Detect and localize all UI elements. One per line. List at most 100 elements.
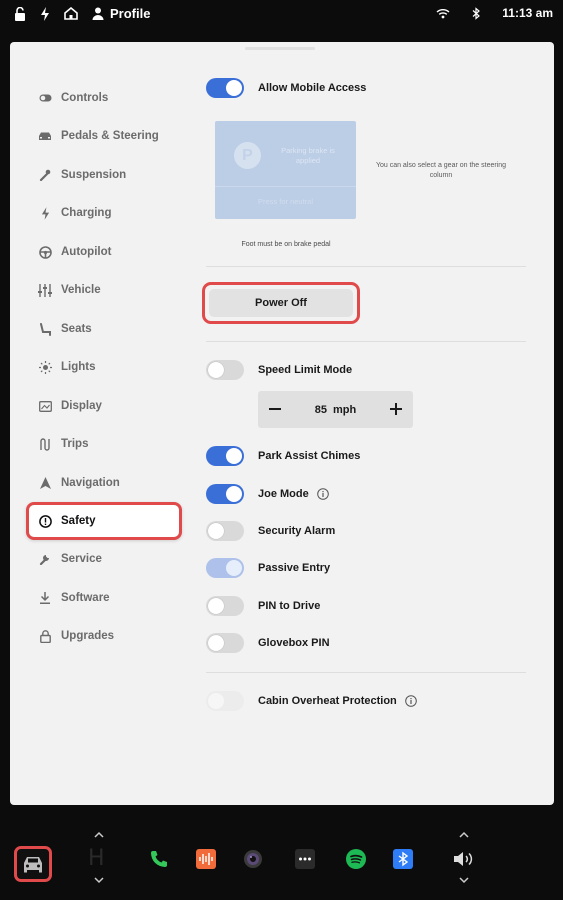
- unlock-icon[interactable]: [14, 6, 26, 21]
- chevron-down-icon[interactable]: [458, 876, 470, 884]
- sidebar-item-label: Upgrades: [61, 630, 115, 642]
- pin-to-drive-label: PIN to Drive: [258, 600, 321, 612]
- home-icon[interactable]: [64, 7, 78, 20]
- passive-entry-toggle[interactable]: [206, 558, 244, 578]
- sidebar-item-upgrades[interactable]: Upgrades: [38, 626, 114, 646]
- pin-to-drive-toggle[interactable]: [206, 596, 244, 616]
- cabin-overheat-protection-label: Cabin Overheat Protection: [258, 695, 397, 707]
- park-indicator: P: [234, 142, 261, 169]
- cabin-overheat-row: Cabin Overheat Protection: [258, 691, 417, 711]
- spotify-icon[interactable]: [346, 849, 366, 869]
- sidebar-item-autopilot[interactable]: Autopilot: [38, 242, 111, 262]
- sidebar-item-label: Display: [61, 400, 102, 412]
- gear-indicator: H: [88, 846, 107, 871]
- bluetooth-icon[interactable]: [393, 849, 413, 869]
- sidebar-item-label: Safety: [61, 515, 96, 527]
- brake-pedal-note: Foot must be on brake pedal: [241, 241, 331, 248]
- joe-mode-toggle[interactable]: [206, 484, 244, 504]
- sidebar-item-label: Software: [61, 592, 110, 604]
- sidebar-item-service[interactable]: Service: [38, 549, 102, 569]
- phone-icon[interactable]: [149, 849, 169, 869]
- info-icon[interactable]: [316, 488, 329, 500]
- display-icon: [38, 399, 52, 413]
- power-off-highlight: Power Off: [202, 282, 360, 324]
- speed-limit-mode-toggle[interactable]: [206, 360, 244, 380]
- sidebar-item-display[interactable]: Display: [38, 396, 102, 416]
- divider: [215, 186, 356, 187]
- minus-icon[interactable]: [266, 400, 284, 418]
- wrench-icon: [38, 168, 52, 182]
- shift-to-neutral-card: P Parking brake is applied Press for neu…: [215, 121, 356, 219]
- lock-icon: [38, 629, 52, 643]
- sidebar-item-lights[interactable]: Lights: [38, 357, 96, 377]
- bolt-icon[interactable]: [40, 6, 50, 21]
- person-icon[interactable]: [92, 7, 104, 20]
- panel-drag-handle[interactable]: [245, 47, 315, 50]
- profile-label[interactable]: Profile: [110, 6, 150, 21]
- wrench-icon: [38, 552, 52, 566]
- glovebox-pin-toggle[interactable]: [206, 633, 244, 653]
- parking-brake-status: Parking brake is applied: [281, 146, 335, 165]
- sidebar-item-label: Vehicle: [61, 284, 101, 296]
- chevron-down-icon[interactable]: [93, 876, 105, 884]
- clock: 11:13 am: [502, 6, 553, 20]
- park-assist-chimes-toggle[interactable]: [206, 446, 244, 466]
- joe-mode-label: Joe Mode: [258, 488, 309, 500]
- bolt-icon: [38, 206, 52, 220]
- more-icon[interactable]: [295, 849, 315, 869]
- sidebar-item-seats[interactable]: Seats: [38, 319, 92, 339]
- chevron-up-icon[interactable]: [93, 831, 105, 839]
- volume-icon[interactable]: [452, 849, 476, 869]
- speed-limit-stepper: 85 mph: [258, 391, 413, 428]
- sidebar-item-label: Service: [61, 553, 102, 565]
- joe-mode-row: Joe Mode: [258, 484, 329, 504]
- sidebar-item-suspension[interactable]: Suspension: [38, 165, 126, 185]
- sidebar-item-charging[interactable]: Charging: [38, 203, 111, 223]
- sidebar-item-navigation[interactable]: Navigation: [38, 473, 120, 493]
- bottom-dock: H: [0, 820, 563, 900]
- sidebar-item-pedals-steering[interactable]: Pedals & Steering: [38, 126, 159, 146]
- wifi-icon: [436, 8, 450, 19]
- chevron-up-icon[interactable]: [458, 831, 470, 839]
- media-icon[interactable]: [196, 849, 216, 869]
- trips-icon: [38, 437, 52, 451]
- sidebar-item-label: Navigation: [61, 477, 120, 489]
- sidebar-item-label: Lights: [61, 361, 96, 373]
- bluetooth-icon: [472, 6, 481, 20]
- car-icon: [38, 129, 52, 143]
- sidebar-item-label: Controls: [61, 92, 109, 104]
- power-off-button[interactable]: Power Off: [209, 289, 353, 317]
- security-alarm-toggle[interactable]: [206, 521, 244, 541]
- status-bar: Profile 11:13 am: [0, 0, 563, 30]
- sidebar-item-controls[interactable]: Controls: [38, 88, 108, 108]
- alert-circle-icon: [38, 514, 52, 528]
- allow-mobile-access-label: Allow Mobile Access: [258, 82, 367, 94]
- speed-limit-unit: mph: [333, 403, 357, 416]
- info-icon[interactable]: [404, 695, 417, 707]
- cabin-overheat-protection-toggle[interactable]: [206, 691, 244, 711]
- camera-icon[interactable]: [243, 849, 263, 869]
- passive-entry-label: Passive Entry: [258, 562, 331, 574]
- sliders-icon: [38, 283, 52, 297]
- settings-panel: Controls Pedals & Steering Suspension Ch…: [10, 42, 554, 805]
- divider: [206, 672, 526, 673]
- toggle-icon: [38, 91, 52, 105]
- sidebar-item-label: Charging: [61, 207, 112, 219]
- car-icon[interactable]: [14, 846, 52, 882]
- plus-icon[interactable]: [387, 400, 405, 418]
- press-for-neutral-button[interactable]: Press for neutral: [215, 197, 356, 206]
- glovebox-pin-label: Glovebox PIN: [258, 637, 330, 649]
- sidebar-item-label: Seats: [61, 323, 92, 335]
- sidebar-item-label: Suspension: [61, 169, 127, 181]
- sidebar-item-trips[interactable]: Trips: [38, 434, 88, 454]
- sidebar-item-label: Trips: [61, 438, 89, 450]
- divider: [206, 341, 526, 342]
- allow-mobile-access-toggle[interactable]: [206, 78, 244, 98]
- speed-limit-mode-label: Speed Limit Mode: [258, 364, 353, 376]
- security-alarm-label: Security Alarm: [258, 525, 336, 537]
- sidebar-item-label: Autopilot: [61, 246, 112, 258]
- sidebar-item-vehicle[interactable]: Vehicle: [38, 280, 101, 300]
- sidebar-item-software[interactable]: Software: [38, 588, 110, 608]
- sidebar-item-safety[interactable]: Safety: [38, 511, 96, 531]
- park-assist-chimes-label: Park Assist Chimes: [258, 450, 361, 462]
